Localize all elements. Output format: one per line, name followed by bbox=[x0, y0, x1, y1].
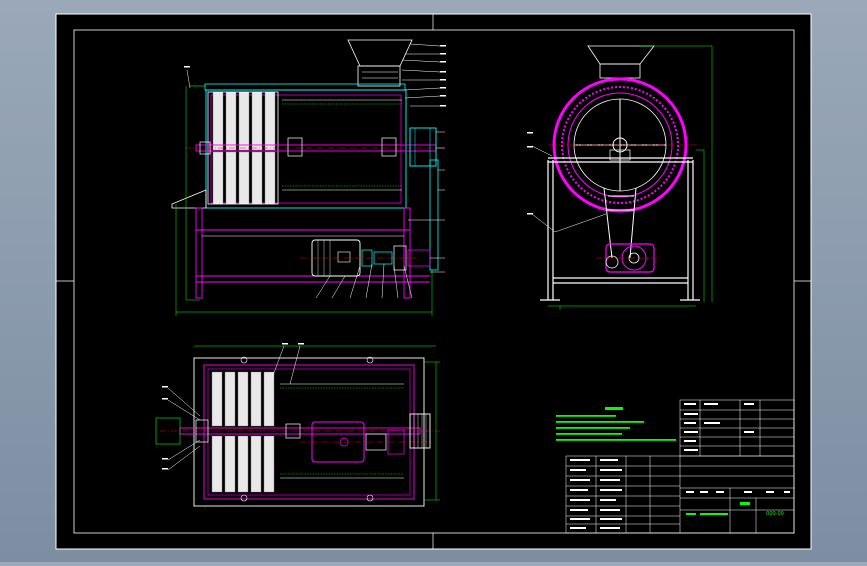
drawing-number: 000-00 bbox=[766, 511, 784, 517]
engineering-drawing: 000-00 bbox=[55, 13, 812, 550]
cad-viewport: 000-00 bbox=[0, 0, 867, 562]
